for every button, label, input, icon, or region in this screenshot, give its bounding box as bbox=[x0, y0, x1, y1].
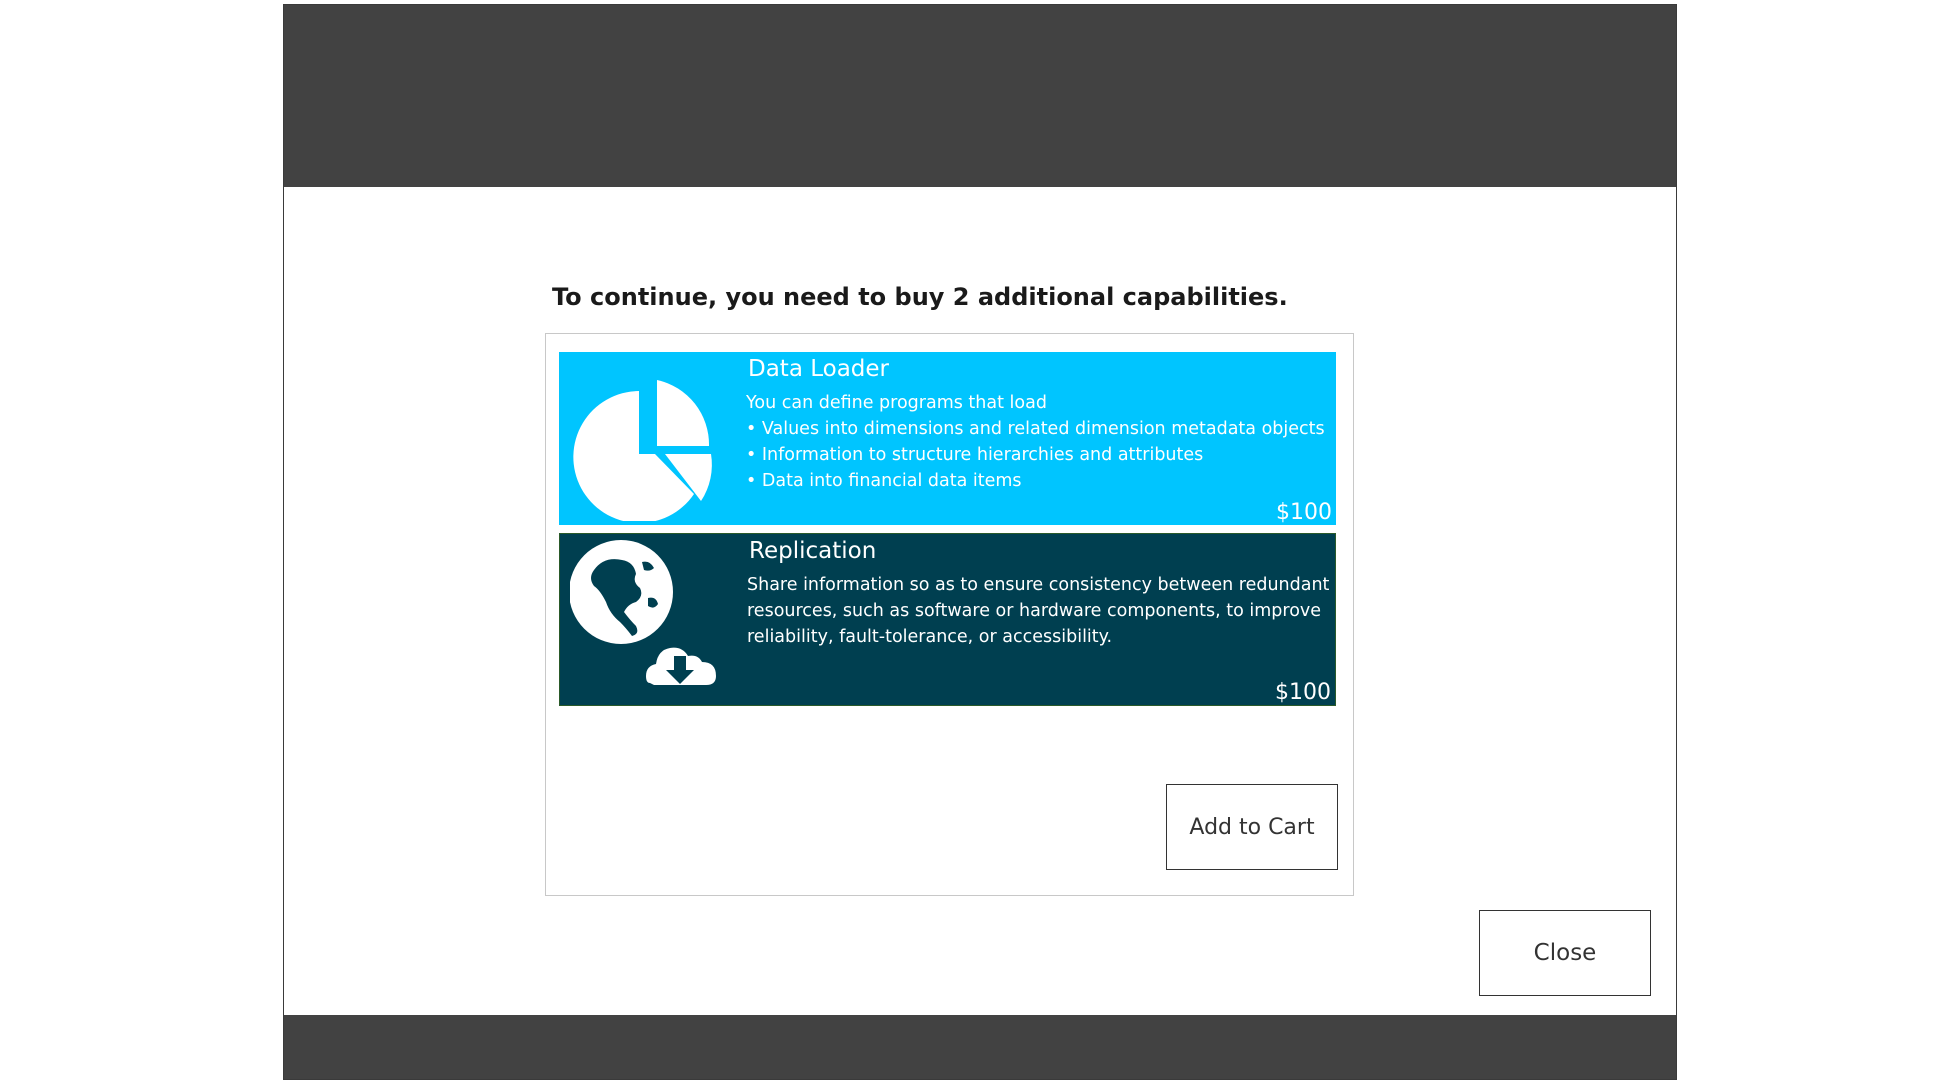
capability-title: Data Loader bbox=[748, 356, 890, 382]
add-to-cart-button[interactable]: Add to Cart bbox=[1166, 784, 1338, 870]
capability-title: Replication bbox=[749, 538, 877, 564]
dialog-header-band bbox=[284, 5, 1676, 187]
capability-card-replication[interactable]: Replication Share information so as to e… bbox=[559, 533, 1336, 706]
dialog-window: To continue, you need to buy 2 additiona… bbox=[283, 4, 1677, 1080]
description-line: • Data into financial data items bbox=[746, 471, 1022, 491]
capability-description: Share information so as to ensure consis… bbox=[747, 572, 1330, 650]
description-line: reliability, fault-tolerance, or accessi… bbox=[747, 627, 1113, 647]
description-line: You can define programs that load bbox=[746, 393, 1047, 413]
globe-cloud-download-icon bbox=[570, 540, 716, 685]
dialog-footer-band bbox=[284, 1015, 1676, 1079]
description-line: • Information to structure hierarchies a… bbox=[746, 445, 1204, 465]
capability-price: $100 bbox=[1276, 500, 1332, 525]
pie-chart-icon bbox=[573, 380, 712, 521]
capability-price: $100 bbox=[1275, 680, 1331, 705]
capabilities-panel: Data Loader You can define programs that… bbox=[545, 333, 1354, 896]
description-line: resources, such as software or hardware … bbox=[747, 601, 1322, 621]
close-button[interactable]: Close bbox=[1479, 910, 1651, 996]
purchase-message: To continue, you need to buy 2 additiona… bbox=[552, 283, 1288, 311]
capability-description: You can define programs that load • Valu… bbox=[746, 390, 1325, 494]
description-line: • Values into dimensions and related dim… bbox=[746, 419, 1325, 439]
description-line: Share information so as to ensure consis… bbox=[747, 575, 1330, 595]
capability-card-data-loader[interactable]: Data Loader You can define programs that… bbox=[559, 352, 1336, 525]
